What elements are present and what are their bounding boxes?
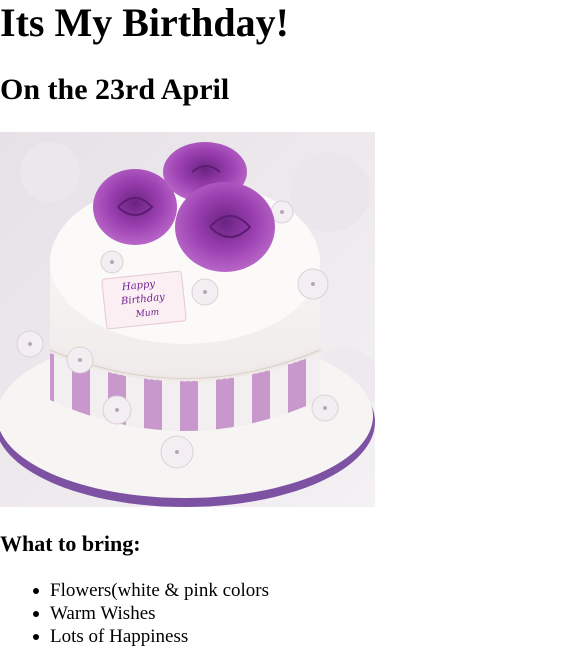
- list-item-label: Warm Wishes: [50, 603, 156, 624]
- list-item-label: Flowers(white & pink colors: [50, 580, 270, 601]
- cake-illustration: Happy Birthday Mum: [0, 132, 375, 507]
- list-item-label: Lots of Happiness: [50, 626, 189, 647]
- list-item: Lots of Happiness: [33, 625, 269, 648]
- birthday-cake-image: Happy Birthday Mum: [0, 132, 375, 507]
- bullet-icon: [33, 634, 39, 640]
- bullet-icon: [33, 611, 39, 617]
- page-subtitle: On the 23rd April: [0, 73, 230, 106]
- list-item: Flowers(white & pink colors: [33, 579, 270, 602]
- bullet-icon: [33, 588, 39, 594]
- page-title: Its My Birthday!: [0, 0, 289, 45]
- what-to-bring-list: Flowers(white & pink colors Warm Wishes …: [0, 579, 269, 648]
- page: Its My Birthday! On the 23rd April Happy…: [0, 0, 564, 653]
- list-item: Warm Wishes: [33, 602, 269, 625]
- what-to-bring-heading: What to bring:: [0, 531, 141, 556]
- cake-message-plaque: Happy Birthday Mum: [101, 270, 187, 330]
